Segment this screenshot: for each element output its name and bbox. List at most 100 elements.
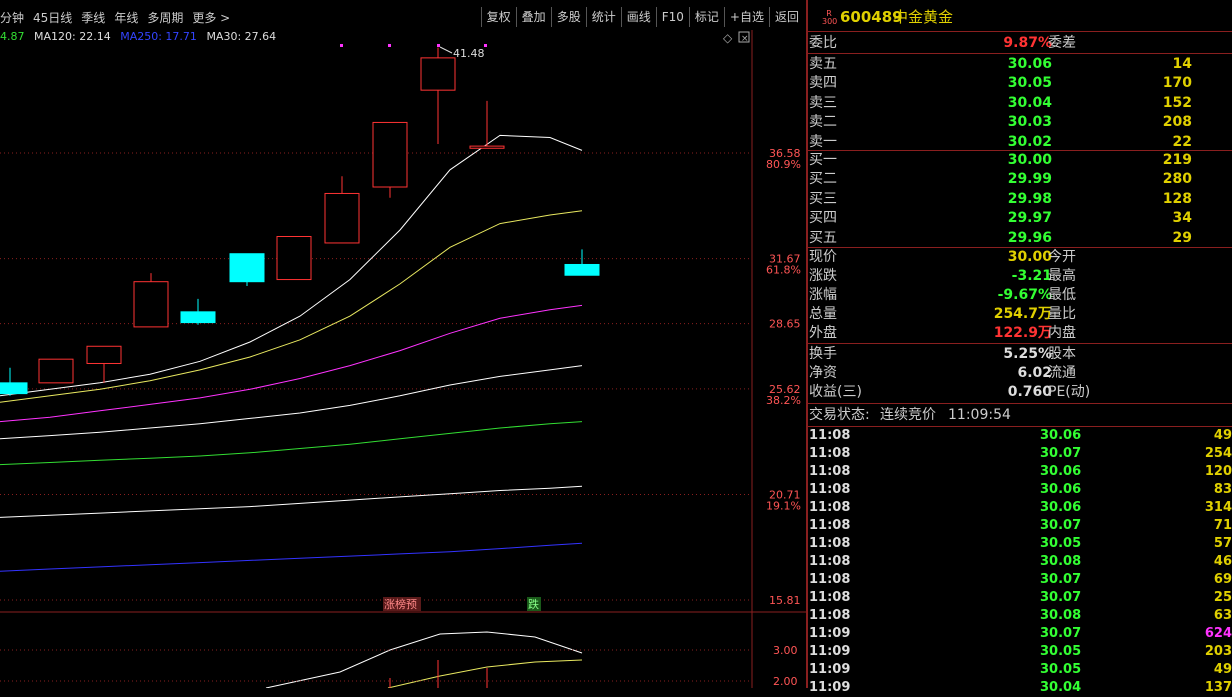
trade-status-row: 交易状态: 连续竞价 11:09:54 (808, 406, 1232, 425)
tick-row[interactable]: 11:09 30.05 203 (808, 643, 1232, 661)
tick-volume: 83 (1213, 482, 1232, 497)
candle (86, 345, 122, 383)
tick-volume: 254 (1204, 446, 1232, 461)
bid-label: 买四 (809, 210, 837, 227)
sub-axis-label: 2.00 (773, 675, 798, 688)
axis-pct-label: 38.2% (766, 394, 801, 407)
candle (420, 47, 456, 144)
stat1-label: 总量 (809, 306, 837, 322)
tick-row[interactable]: 11:08 30.06 83 (808, 481, 1232, 499)
tick-row[interactable]: 11:08 30.06 49 (808, 427, 1232, 445)
ma-line (0, 421, 583, 466)
stat2-value: 6.02 (1017, 365, 1052, 381)
candle (276, 236, 312, 281)
tick-row[interactable]: 11:08 30.06 120 (808, 463, 1232, 481)
market-badge: R 300 (822, 10, 837, 26)
sub-axis-label: 3.00 (773, 644, 798, 657)
stat1-label2: 最低 (1048, 287, 1076, 303)
ask-row: 卖二 30.03 208 (808, 113, 1232, 132)
stat1-row: 涨幅 -9.67% 最低 (808, 286, 1232, 305)
ask-label: 卖三 (809, 94, 837, 111)
stat2-value: 5.25% (1003, 346, 1052, 362)
tick-price: 30.08 (1040, 554, 1082, 569)
bid-price: 30.00 (1007, 152, 1052, 168)
stock-name: 中金黄金 (893, 8, 954, 26)
tick-price: 30.07 (1040, 446, 1082, 461)
tick-time: 11:08 (809, 536, 851, 551)
tick-row[interactable]: 11:09 30.04 137 (808, 679, 1232, 697)
tick-row[interactable]: 11:08 30.07 69 (808, 571, 1232, 589)
ask-price: 30.05 (1007, 75, 1052, 92)
bid-row: 买三 29.98 128 (808, 190, 1232, 209)
tick-volume: 137 (1204, 680, 1232, 695)
ask-price: 30.02 (1007, 133, 1052, 150)
candle-body (324, 192, 360, 244)
candle-body (38, 358, 74, 384)
tick-time: 11:08 (809, 518, 851, 533)
tick-row[interactable]: 11:08 30.07 254 (808, 445, 1232, 463)
tick-volume: 624 (1204, 626, 1232, 641)
bid-row: 买一 30.00 219 (808, 151, 1232, 170)
signal-dot (340, 44, 343, 47)
weibi-value: 9.87% (1003, 35, 1052, 51)
stat2-label: 净资 (809, 365, 837, 381)
tick-time: 11:08 (809, 482, 851, 497)
stat1-value: 254.7万 (993, 306, 1052, 322)
tick-price: 30.07 (1040, 572, 1082, 587)
tick-row[interactable]: 11:08 30.08 63 (808, 607, 1232, 625)
bid-label: 买三 (809, 190, 837, 207)
candle (564, 249, 600, 276)
tick-row[interactable]: 11:08 30.07 71 (808, 517, 1232, 535)
peak-leader (439, 46, 453, 54)
trade-status-time: 11:09:54 (948, 407, 1011, 423)
candle-body (180, 311, 216, 324)
diamond-icon[interactable]: ◇ (723, 31, 733, 45)
bid-volume: 128 (1162, 190, 1192, 207)
candle-body (86, 345, 122, 364)
bid-row: 买五 29.96 29 (808, 229, 1232, 248)
stat2-row: 收益(三) 0.760 PE(动) (808, 383, 1232, 402)
trade-status-label: 交易状态: (809, 407, 870, 423)
stat1-value: 30.00 (1007, 249, 1052, 265)
tick-time: 11:08 (809, 554, 851, 569)
kline-svg[interactable]: ◇ × 36.5880.9%31.6761.8%28.6525.6238.2%2… (0, 0, 806, 688)
tick-row[interactable]: 11:08 30.08 46 (808, 553, 1232, 571)
trade-status-value: 连续竞价 (880, 407, 936, 423)
bid-volume: 280 (1162, 171, 1192, 188)
tick-price: 30.07 (1040, 590, 1082, 605)
candle-body (564, 263, 600, 276)
tick-row[interactable]: 11:08 30.07 25 (808, 589, 1232, 607)
ask-row: 卖四 30.05 170 (808, 74, 1232, 93)
stat1-row: 涨跌 -3.21 最高 (808, 267, 1232, 286)
stat1-value: 122.9万 (993, 325, 1052, 341)
peak-price-label: 41.48 (453, 47, 485, 60)
tick-price: 30.06 (1040, 428, 1082, 443)
stat2-label2: 股本 (1048, 346, 1076, 362)
tick-volume: 49 (1213, 662, 1232, 677)
stat1-label2: 内盘 (1048, 325, 1076, 341)
tick-row[interactable]: 11:09 30.07 624 (808, 625, 1232, 643)
stat2-label: 收益(三) (809, 384, 862, 400)
tick-time: 11:08 (809, 464, 851, 479)
tick-price: 30.06 (1040, 464, 1082, 479)
close-icon-glyph: × (741, 34, 749, 44)
tick-time: 11:09 (809, 680, 851, 695)
divider (808, 31, 1232, 32)
tick-row[interactable]: 11:08 30.05 57 (808, 535, 1232, 553)
ask-row: 卖一 30.02 22 (808, 133, 1232, 152)
tick-volume: 25 (1213, 590, 1232, 605)
kline-chart-panel[interactable]: 分钟 45日线 季线 年线 多周期 更多 > 复权 叠加 多股 统计 画线 F1… (0, 0, 806, 688)
bid-label: 买五 (809, 229, 837, 246)
ask-label: 卖二 (809, 114, 837, 131)
stat2-label2: PE(动) (1048, 384, 1091, 400)
ask-row: 卖三 30.04 152 (808, 94, 1232, 113)
tick-time: 11:08 (809, 500, 851, 515)
tick-time: 11:09 (809, 626, 851, 641)
axis-pct-label: 80.9% (766, 158, 801, 171)
bid-volume: 29 (1172, 229, 1192, 246)
tick-row[interactable]: 11:09 30.05 49 (808, 661, 1232, 679)
tick-row[interactable]: 11:08 30.06 314 (808, 499, 1232, 517)
tick-price: 30.05 (1040, 536, 1082, 551)
bid-label: 买一 (809, 152, 837, 168)
stat1-value: -3.21 (1011, 268, 1052, 284)
